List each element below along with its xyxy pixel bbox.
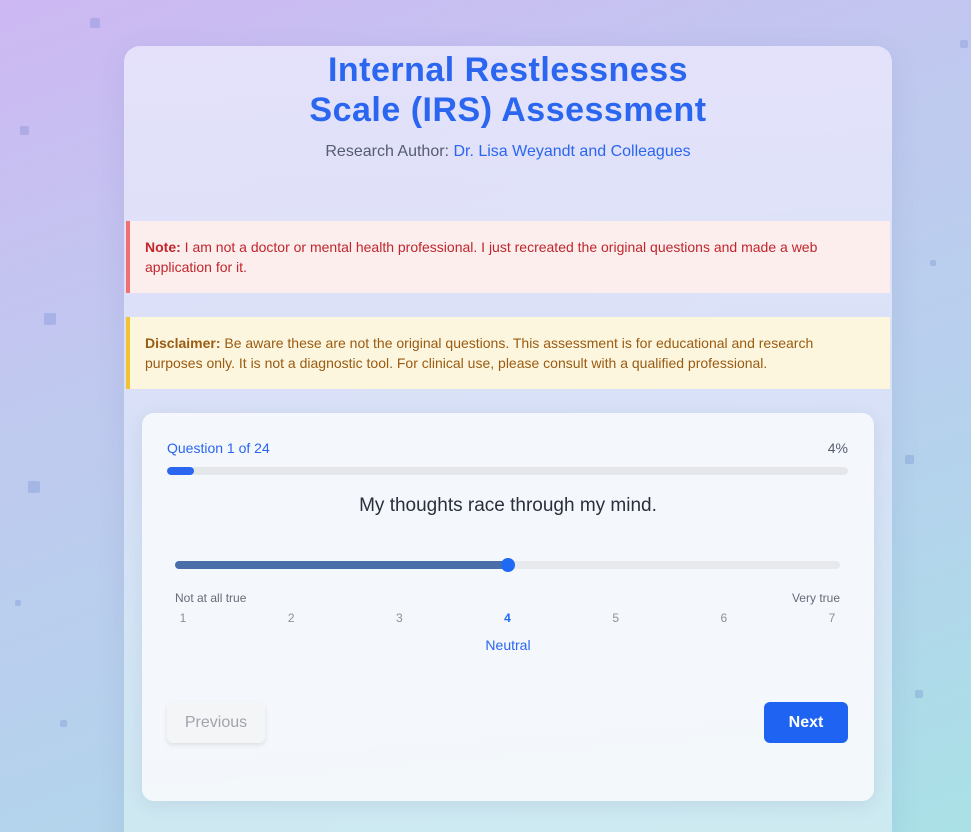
scale-tick-4[interactable]: 4 (498, 611, 518, 625)
note-alert: Note: I am not a doctor or mental health… (126, 221, 890, 293)
title-line-1: Internal Restlessness (327, 51, 689, 89)
assessment-card: Internal Restlessness Scale (IRS) Assess… (124, 46, 892, 832)
disclaimer-label: Disclaimer: (145, 335, 221, 351)
slider-fill (175, 561, 508, 569)
scale-tick-labels: 1 2 3 4 5 6 7 (175, 611, 840, 627)
author-name-link[interactable]: Dr. Lisa Weyandt and Colleagues (453, 143, 690, 160)
note-text: I am not a doctor or mental health profe… (145, 239, 818, 275)
slider-thumb[interactable] (500, 558, 515, 572)
page-title: Internal Restlessness Scale (IRS) Assess… (124, 50, 892, 130)
progress-bar-fill (167, 467, 195, 475)
question-text: My thoughts race through my mind. (359, 495, 657, 516)
author-line: Research Author: Dr. Lisa Weyandt and Co… (124, 143, 892, 161)
progress-percent: 4% (827, 440, 848, 456)
next-button[interactable]: Next (764, 702, 848, 743)
disclaimer-text: Be aware these are not the original ques… (145, 335, 814, 371)
question-panel: Question 1 of 24 4% My thoughts race thr… (142, 413, 874, 801)
scale-low-label: Not at all true (175, 591, 247, 605)
selected-value-label: Neutral (485, 637, 531, 653)
question-counter: Question 1 of 24 (167, 440, 270, 456)
author-label: Research Author: (325, 143, 449, 160)
note-label: Note: (145, 239, 181, 255)
scale-high-label: Very true (791, 591, 840, 605)
previous-button[interactable]: Previous (167, 702, 265, 743)
scale-tick-2[interactable]: 2 (281, 611, 301, 625)
scale-tick-6[interactable]: 6 (714, 611, 734, 625)
disclaimer-alert: Disclaimer: Be aware these are not the o… (126, 317, 890, 389)
scale-tick-1[interactable]: 1 (173, 611, 193, 625)
title-line-2: Scale (IRS) Assessment (309, 91, 707, 129)
scale-tick-7[interactable]: 7 (822, 611, 842, 625)
scale-tick-3[interactable]: 3 (389, 611, 409, 625)
progress-bar (167, 467, 848, 475)
scale-tick-5[interactable]: 5 (606, 611, 626, 625)
response-slider[interactable] (175, 558, 840, 572)
